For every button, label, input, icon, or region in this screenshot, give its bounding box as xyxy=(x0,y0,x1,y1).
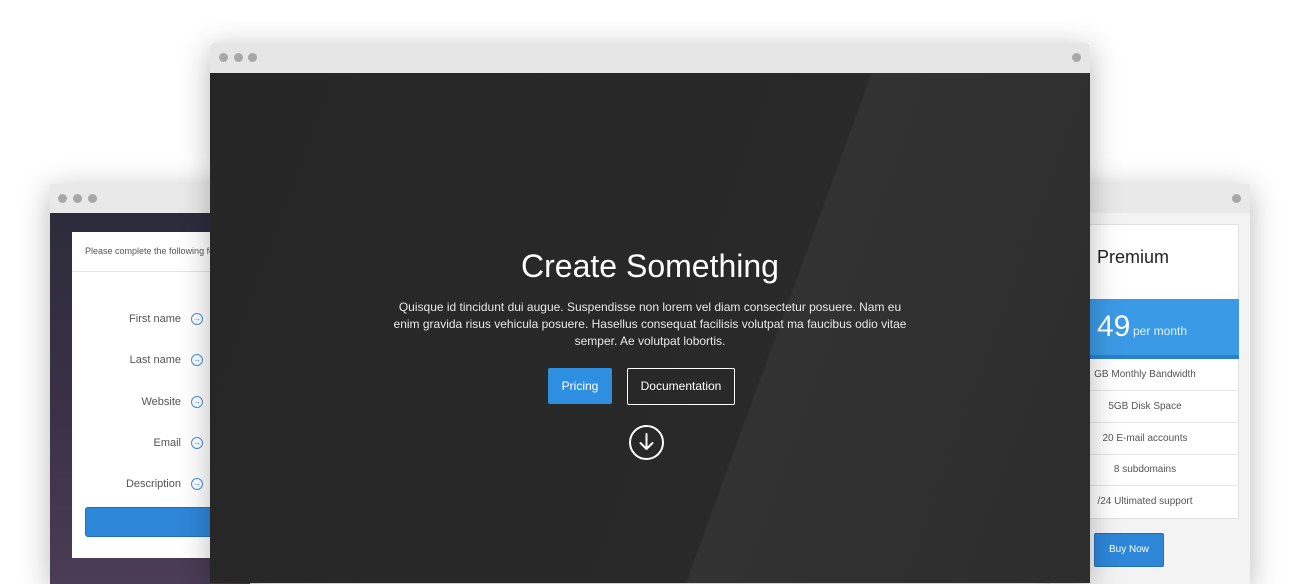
field-label: Last name xyxy=(129,354,181,366)
form-row-email[interactable]: Email → xyxy=(72,434,207,452)
main-window: Create Something Quisque id tincidunt du… xyxy=(210,43,1090,583)
buy-now-button[interactable]: Buy Now xyxy=(1094,533,1164,567)
hero-description: Quisque id tincidunt dui augue. Suspendi… xyxy=(393,300,907,348)
arrow-right-icon: → xyxy=(191,478,203,490)
window-dot[interactable] xyxy=(1232,194,1241,203)
hero-title: Create Something xyxy=(521,248,779,284)
field-label: Website xyxy=(141,396,181,408)
arrow-down-circle-icon[interactable] xyxy=(629,425,664,460)
main-window-titlebar xyxy=(210,43,1090,73)
documentation-button[interactable]: Documentation xyxy=(627,368,735,405)
field-label: Description xyxy=(125,478,181,490)
plan-title: Premium xyxy=(1097,247,1170,267)
field-label: Email xyxy=(153,437,181,449)
form-row-last-name[interactable]: Last name → xyxy=(72,351,207,369)
window-dot[interactable] xyxy=(88,194,97,203)
arrow-right-icon: → xyxy=(191,313,203,325)
arrow-right-icon: → xyxy=(191,396,203,408)
pricing-button[interactable]: Pricing xyxy=(548,368,612,404)
window-dot[interactable] xyxy=(58,194,67,203)
arrow-right-icon: → xyxy=(191,437,203,449)
window-dot[interactable] xyxy=(219,53,228,62)
price-period: per month xyxy=(1133,324,1188,338)
arrow-right-icon: → xyxy=(191,354,203,366)
form-row-description[interactable]: Description → xyxy=(72,475,207,493)
form-row-website[interactable]: Website → xyxy=(72,393,207,411)
window-dot[interactable] xyxy=(73,194,82,203)
field-label: First name xyxy=(129,313,181,325)
form-row-first-name[interactable]: First name → xyxy=(72,310,207,328)
window-dot[interactable] xyxy=(248,53,257,62)
hero-section: Create Something Quisque id tincidunt du… xyxy=(210,73,1090,583)
window-dot[interactable] xyxy=(1072,53,1081,62)
price-amount: 49 xyxy=(1097,310,1131,343)
arrow-down-glyph xyxy=(639,433,654,450)
window-dot[interactable] xyxy=(234,53,243,62)
